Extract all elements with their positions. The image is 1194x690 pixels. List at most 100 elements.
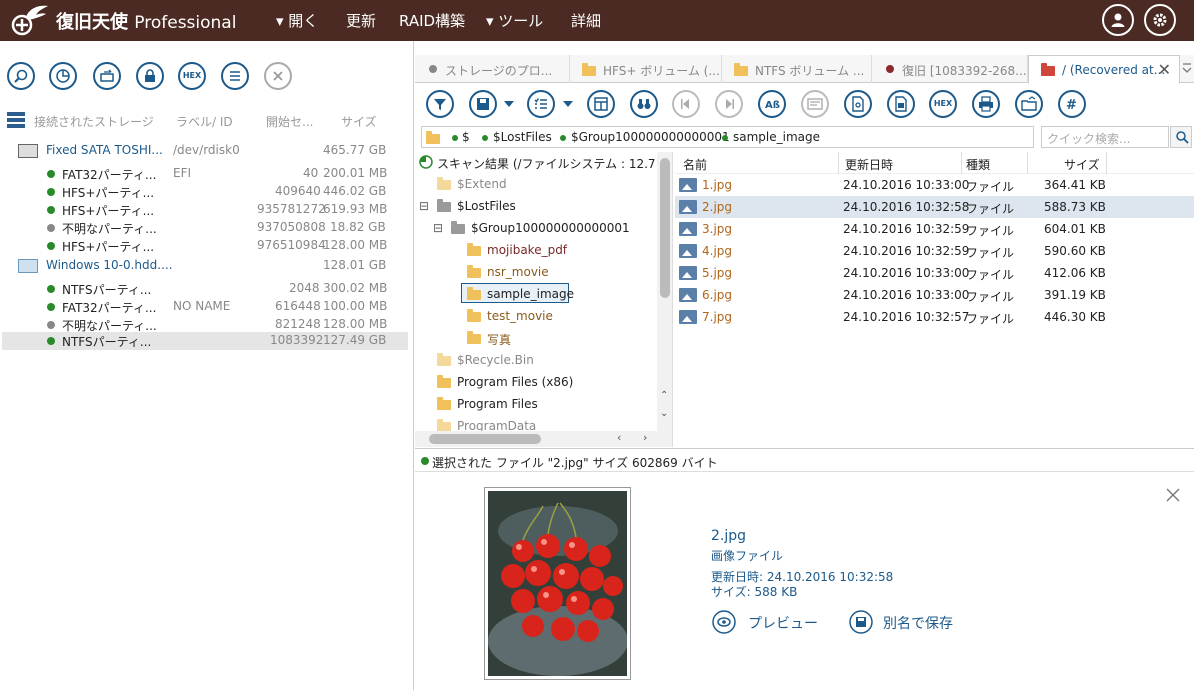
partition-row[interactable]: FAT32パーティ... EFI 40 200.01 MB xyxy=(0,165,410,183)
eye-icon xyxy=(712,610,736,634)
settings-button[interactable] xyxy=(1144,4,1176,36)
save-dropdown-caret-icon[interactable] xyxy=(504,101,514,107)
disk-row[interactable]: Windows 10-0.hdd.... 128.01 GB xyxy=(0,257,410,275)
table-row[interactable]: 6.jpg 24.10.2016 10:33:00 ファイル 391.19 KB xyxy=(675,284,1194,306)
file-properties-button[interactable] xyxy=(887,90,915,118)
collapse-icon[interactable]: ⊟ xyxy=(419,199,429,213)
scroll-up-icon[interactable]: ⌃ xyxy=(660,390,668,401)
scroll-right-icon[interactable]: › xyxy=(643,431,647,444)
column-divider[interactable] xyxy=(961,152,962,174)
file-type: ファイル xyxy=(966,202,1015,216)
preview-filename: 2.jpg xyxy=(711,528,747,544)
partition-row[interactable]: HFS+パーティ... 935781272 619.93 MB xyxy=(0,201,410,219)
column-divider[interactable] xyxy=(838,152,839,174)
breadcrumb-item[interactable]: $LostFiles xyxy=(493,130,552,144)
export-button[interactable] xyxy=(1015,90,1043,118)
status-dot-icon xyxy=(47,303,55,311)
tab-recovered-root[interactable]: / (Recovered at... ✕ xyxy=(1028,55,1180,84)
tree-horizontal-scrollbar[interactable]: ‹ › xyxy=(415,431,672,447)
tab-hfs-volume[interactable]: HFS+ ボリューム (... xyxy=(570,55,722,83)
list-view-button[interactable] xyxy=(221,62,249,90)
menu-raid[interactable]: RAID構築 xyxy=(399,10,465,31)
close-tab-icon[interactable]: ✕ xyxy=(1158,60,1171,79)
breadcrumb-item[interactable]: $Group100000000000001 xyxy=(571,130,730,144)
breadcrumb-item[interactable]: $ xyxy=(462,130,470,144)
table-row-selected[interactable]: 2.jpg 24.10.2016 10:32:58 ファイル 588.73 KB xyxy=(675,196,1194,218)
lock-button[interactable] xyxy=(136,62,164,90)
hex-editor-button[interactable]: HEX xyxy=(929,90,957,118)
partition-row[interactable]: HFS+パーティ... 409640 446.02 GB xyxy=(0,183,410,201)
tree-item-label: 写真 xyxy=(487,333,512,347)
file-name: 5.jpg xyxy=(702,266,733,280)
partition-row[interactable]: NTFSパーティ... 2048 300.02 MB xyxy=(0,280,410,298)
preview-button[interactable]: プレビュー xyxy=(712,609,862,635)
scrollbar-thumb[interactable] xyxy=(660,158,670,298)
print-button[interactable] xyxy=(972,90,1000,118)
column-divider[interactable] xyxy=(1027,152,1028,174)
tab-ntfs-volume[interactable]: NTFS ボリューム ... xyxy=(722,55,872,83)
save-button[interactable] xyxy=(469,90,497,118)
tree-vertical-scrollbar[interactable]: ⌃ ⌄ xyxy=(657,152,672,432)
column-header-size[interactable]: サイズ xyxy=(1064,156,1100,173)
close-icon[interactable] xyxy=(1166,488,1180,502)
column-header-date[interactable]: 更新日時 xyxy=(845,156,893,173)
checklist-dropdown-caret-icon[interactable] xyxy=(563,101,573,107)
table-header: 名前 更新日時 種類 サイズ xyxy=(675,152,1194,174)
preview-button-label: プレビュー xyxy=(748,616,818,632)
close-storage-button[interactable] xyxy=(264,62,292,90)
scroll-down-icon[interactable]: ⌄ xyxy=(660,408,668,419)
table-row[interactable]: 7.jpg 24.10.2016 10:32:57 ファイル 446.30 KB xyxy=(675,306,1194,328)
text-encoding-button[interactable]: Aß xyxy=(758,90,786,118)
info-card-button[interactable] xyxy=(801,90,829,118)
account-button[interactable] xyxy=(1102,4,1134,36)
filter-button[interactable] xyxy=(426,90,454,118)
menu-open[interactable]: ▾ 開く xyxy=(276,10,318,31)
column-divider[interactable] xyxy=(1106,152,1107,174)
search-button[interactable] xyxy=(1170,126,1192,148)
partition-search-button[interactable] xyxy=(49,62,77,90)
grid-view-button[interactable] xyxy=(587,90,615,118)
folder-icon xyxy=(437,177,451,190)
folder-export-icon xyxy=(1021,96,1037,111)
tab-storage-properties[interactable]: ストレージのプロ... xyxy=(415,55,570,83)
image-disk-button[interactable] xyxy=(93,62,121,90)
quick-search-input[interactable]: クイック検索... xyxy=(1041,126,1169,148)
save-as-button[interactable]: 別名で保存 xyxy=(849,609,1009,635)
tab-recovery[interactable]: 復旧 [1083392-268... xyxy=(872,55,1028,83)
table-row[interactable]: 5.jpg 24.10.2016 10:33:00 ファイル 412.06 KB xyxy=(675,262,1194,284)
file-search-button[interactable] xyxy=(844,90,872,118)
hash-button[interactable]: # xyxy=(1058,90,1086,118)
checklist-button[interactable] xyxy=(527,90,555,118)
hex-view-button[interactable]: HEX xyxy=(178,62,206,90)
menu-refresh[interactable]: 更新 xyxy=(346,10,376,31)
column-header-name[interactable]: 名前 xyxy=(683,156,707,173)
tab-overflow-icon[interactable] xyxy=(1182,61,1192,75)
gear-icon xyxy=(1153,13,1167,27)
collapse-icon[interactable]: ⊟ xyxy=(433,221,443,235)
find-button[interactable] xyxy=(630,90,658,118)
table-row[interactable]: 4.jpg 24.10.2016 10:32:59 ファイル 590.60 KB xyxy=(675,240,1194,262)
next-button[interactable] xyxy=(715,90,743,118)
tree-item-label: Program Files xyxy=(457,397,538,411)
column-header-type[interactable]: 種類 xyxy=(966,156,990,173)
scan-button[interactable] xyxy=(7,62,35,90)
file-name: 1.jpg xyxy=(702,178,733,192)
file-size: 391.19 KB xyxy=(1044,288,1106,302)
table-row[interactable]: 3.jpg 24.10.2016 10:32:59 ファイル 604.01 KB xyxy=(675,218,1194,240)
partition-row[interactable]: FAT32パーティ... NO NAME 616448 100.00 MB xyxy=(0,298,410,316)
search-icon xyxy=(14,69,28,83)
file-name: 2.jpg xyxy=(702,200,733,214)
table-row[interactable]: 1.jpg 24.10.2016 10:33:00 ファイル 364.41 KB xyxy=(675,174,1194,196)
partition-row[interactable]: 不明なパーティ... 937050808 18.82 GB xyxy=(0,219,410,237)
previous-button[interactable] xyxy=(672,90,700,118)
scroll-left-icon[interactable]: ‹ xyxy=(617,431,621,444)
menu-details[interactable]: 詳細 xyxy=(571,10,601,31)
breadcrumb-item[interactable]: sample_image xyxy=(733,130,820,144)
disk-row[interactable]: Fixed SATA TOSHI... /dev/rdisk0 465.77 G… xyxy=(0,142,410,160)
file-size: 446.30 KB xyxy=(1044,310,1106,324)
hash-icon: # xyxy=(1066,98,1077,112)
partition-row-selected[interactable]: NTFSパーティ... 1083392 127.49 GB xyxy=(2,332,408,350)
partition-row[interactable]: HFS+パーティ... 976510984 128.00 MB xyxy=(0,237,410,255)
menu-tools[interactable]: ▾ ツール xyxy=(486,10,543,31)
scrollbar-thumb[interactable] xyxy=(429,434,541,444)
